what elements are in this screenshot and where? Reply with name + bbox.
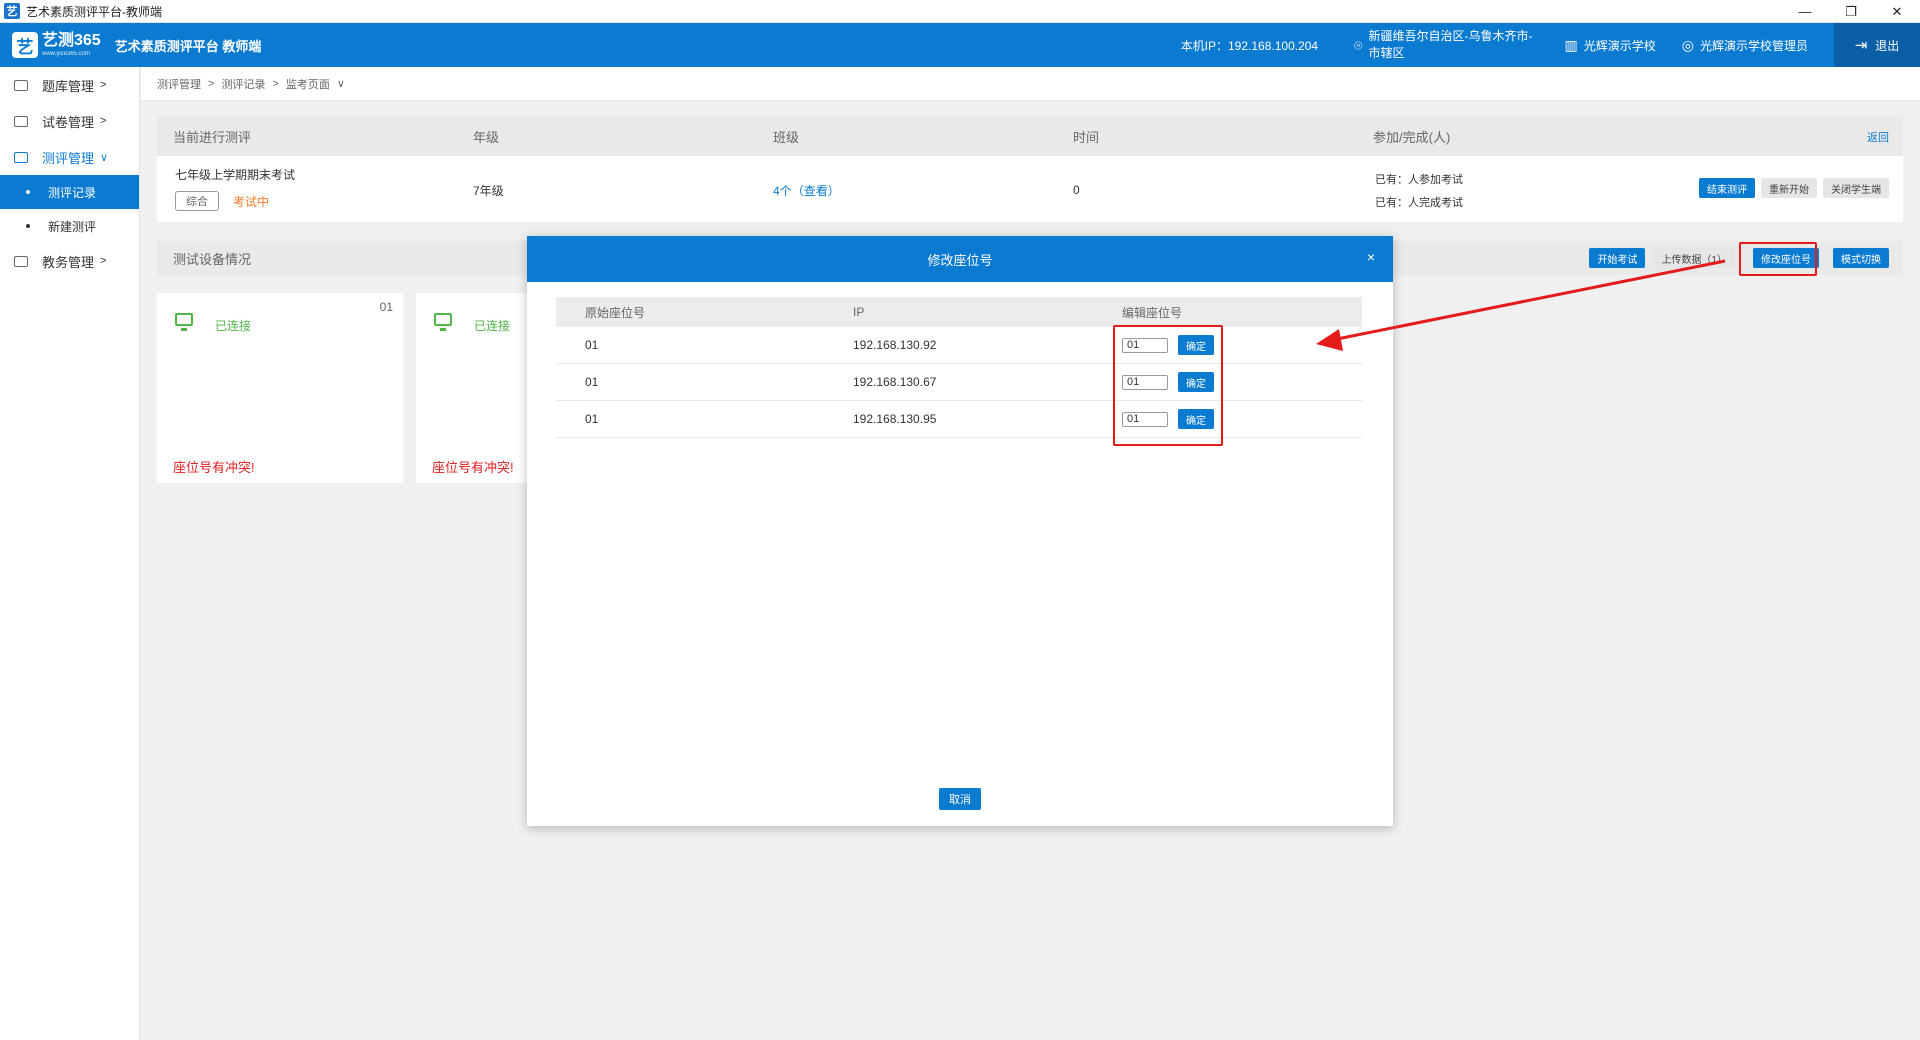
close-window-button[interactable]: ✕ (1874, 0, 1920, 23)
conflict-warning: 座位号有冲突! (173, 460, 255, 475)
table-row: 01 192.168.130.67 确定 (556, 364, 1362, 401)
clipboard-icon (14, 151, 28, 163)
seat-number: 01 (379, 300, 393, 314)
end-evaluation-button[interactable]: 结束测评 (1699, 178, 1755, 198)
section-title: 测试设备情况 (173, 251, 252, 267)
school-info[interactable]: ▥ 光辉演示学校 (1565, 37, 1656, 54)
table-row: 01 192.168.130.95 确定 (556, 401, 1362, 438)
logout-button[interactable]: ⇥ 退出 (1834, 23, 1920, 67)
breadcrumb-item[interactable]: 测评管理 (157, 76, 201, 92)
user-info[interactable]: ◎ 光辉演示学校管理员 (1682, 37, 1808, 54)
logo-url: www.yice365.com (42, 51, 91, 57)
breadcrumb: 测评管理 > 测评记录 > 监考页面 ∨ (141, 67, 1920, 101)
time-value: 0 (1073, 183, 1080, 197)
chevron-right-icon: > (100, 255, 107, 267)
breadcrumb-item[interactable]: 测评记录 (221, 76, 265, 92)
window-title: 艺术素质测评平台-教师端 (26, 4, 162, 19)
location-text: 新疆维吾尔自治区-乌鲁木齐市-市辖区 (1368, 29, 1533, 60)
app-header: 艺 艺测365 www.yice365.com 艺术素质测评平台 教师端 本机I… (0, 23, 1920, 67)
modal-table-header: 原始座位号 IP 编辑座位号 (556, 297, 1362, 327)
edit-seat-modal: 修改座位号 × 原始座位号 IP 编辑座位号 01 192.168.130.92… (527, 236, 1393, 826)
sidebar-sub-new-eval[interactable]: 新建测评 (0, 209, 139, 243)
restore-button[interactable]: ❐ (1828, 0, 1874, 23)
mode-switch-button[interactable]: 模式切换 (1833, 248, 1889, 268)
sidebar-item-question-bank[interactable]: 题库管理 > (0, 67, 139, 103)
minimize-button[interactable]: — (1782, 0, 1828, 23)
close-client-button[interactable]: 关闭学生端 (1823, 178, 1889, 198)
connection-status: 已连接 (215, 319, 252, 333)
window-controls: — ❐ ✕ (1782, 0, 1920, 23)
monitor-icon (175, 313, 193, 331)
class-view-link[interactable]: 4个（查看） (773, 182, 840, 199)
evaluation-table-header: 当前进行测评 年级 班级 时间 参加/完成(人) 返回 (157, 117, 1903, 156)
list-icon (14, 79, 28, 91)
restart-button[interactable]: 重新开始 (1761, 178, 1817, 198)
chevron-right-icon: > (100, 79, 107, 91)
user-icon: ◎ (1681, 36, 1694, 53)
grade-value: 7年级 (473, 184, 504, 198)
school-name: 光辉演示学校 (1583, 38, 1656, 53)
platform-name: 艺术素质测评平台 教师端 (114, 38, 262, 54)
annotation-box-edit-seat-button (1739, 242, 1817, 276)
location-pin-icon: ⌾ (1354, 36, 1363, 53)
location-info: ⌾ 新疆维吾尔自治区-乌鲁木齐市-市辖区 (1354, 28, 1538, 62)
bullet-icon (26, 224, 30, 228)
modal-header: 修改座位号 × (527, 236, 1393, 282)
completed-count: 已有：人完成考试 (1375, 197, 1463, 209)
user-name: 光辉演示学校管理员 (1699, 38, 1808, 53)
bullet-icon (26, 190, 30, 194)
local-ip: 本机IP：192.168.100.204 (1180, 38, 1319, 53)
back-link[interactable]: 返回 (1867, 129, 1889, 145)
keyboard-icon (14, 255, 28, 267)
chevron-down-icon: ∨ (100, 151, 109, 164)
close-icon[interactable]: × (1367, 249, 1375, 265)
category-tag: 综合 (175, 191, 219, 211)
annotation-box-seat-inputs (1113, 325, 1223, 446)
sidebar-item-academic[interactable]: 教务管理 > (0, 243, 139, 279)
start-exam-button[interactable]: 开始考试 (1589, 248, 1646, 268)
chevron-right-icon: > (100, 115, 107, 127)
logo: 艺 艺测365 www.yice365.com (12, 32, 101, 58)
folder-icon (14, 115, 28, 127)
chevron-down-icon[interactable]: ∨ (337, 77, 345, 90)
connection-status: 已连接 (474, 319, 511, 333)
app-icon: 艺 (4, 3, 20, 19)
breadcrumb-item: 监考页面 (285, 78, 330, 91)
sidebar-item-paper[interactable]: 试卷管理 > (0, 103, 139, 139)
evaluation-row: 七年级上学期期末考试 综合 考试中 7年级 4个（查看） 0 已有：人参加考试 … (157, 156, 1903, 222)
eval-name: 七年级上学期期末考试 (175, 168, 296, 182)
device-card[interactable]: 01 已连接 座位号有冲突! (157, 293, 403, 483)
logout-icon: ⇥ (1854, 37, 1868, 54)
logo-badge: 艺 (12, 32, 38, 58)
building-icon: ▥ (1564, 36, 1578, 53)
upload-data-button[interactable]: 上传数据（1） (1653, 248, 1735, 268)
cancel-button[interactable]: 取消 (939, 788, 981, 810)
monitor-icon (434, 313, 452, 331)
window-titlebar: 艺 艺术素质测评平台-教师端 — ❐ ✕ (0, 0, 1920, 23)
sidebar-item-evaluation[interactable]: 测评管理 ∨ (0, 139, 139, 175)
modal-title: 修改座位号 (927, 252, 993, 268)
status-badge: 考试中 (233, 194, 270, 209)
sidebar: 题库管理 > 试卷管理 > 测评管理 ∨ 测评记录 新建测评 教务管理 > (0, 67, 140, 1040)
sidebar-sub-eval-records[interactable]: 测评记录 (0, 175, 139, 209)
logo-text: 艺测365 (42, 32, 101, 49)
conflict-warning: 座位号有冲突! (432, 460, 514, 475)
table-row: 01 192.168.130.92 确定 (556, 327, 1362, 364)
joined-count: 已有：人参加考试 (1375, 174, 1463, 186)
